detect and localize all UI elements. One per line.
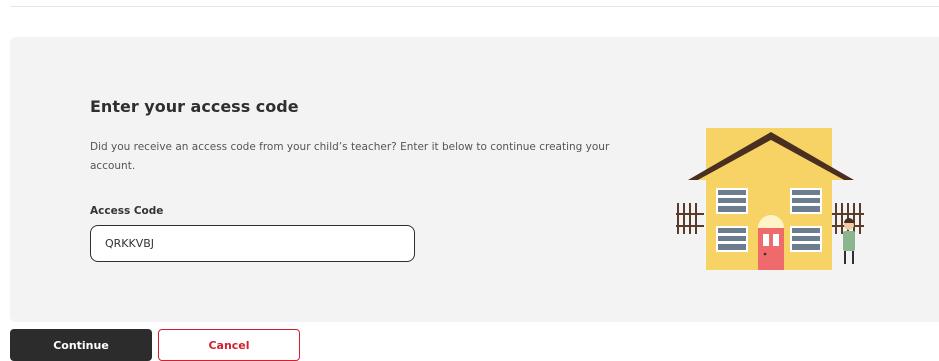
window-lower-right bbox=[790, 226, 822, 252]
fence-left bbox=[676, 203, 704, 234]
access-code-panel: Enter your access code Did you receive a… bbox=[10, 37, 939, 322]
page-title: Enter your access code bbox=[90, 97, 299, 116]
person-illustration bbox=[843, 218, 855, 264]
top-divider bbox=[10, 6, 939, 7]
house-door bbox=[758, 215, 784, 270]
window-upper-left bbox=[716, 188, 748, 214]
access-code-input[interactable] bbox=[90, 225, 415, 262]
access-code-label: Access Code bbox=[90, 205, 164, 217]
window-lower-left bbox=[716, 226, 748, 252]
continue-button[interactable]: Continue bbox=[10, 329, 152, 361]
house-illustration bbox=[676, 128, 864, 270]
instructions-text: Did you receive an access code from your… bbox=[90, 141, 610, 172]
window-upper-right bbox=[790, 188, 822, 214]
cancel-button[interactable]: Cancel bbox=[158, 329, 300, 361]
